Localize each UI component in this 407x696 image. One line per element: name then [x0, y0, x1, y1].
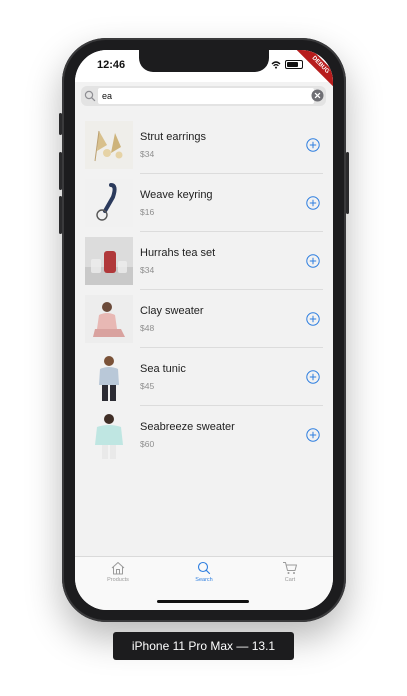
- product-name: Weave keyring: [140, 189, 213, 201]
- tab-label: Search: [195, 577, 213, 583]
- power-button: [346, 152, 349, 214]
- product-thumbnail: [85, 179, 133, 227]
- tab-label: Products: [107, 577, 129, 583]
- product-name: Strut earrings: [140, 131, 207, 143]
- product-thumbnail: [85, 237, 133, 285]
- product-name: Clay sweater: [140, 305, 204, 317]
- tab-label: Cart: [284, 577, 296, 583]
- volume-up-button: [59, 152, 62, 190]
- search-bar: [75, 82, 333, 110]
- add-to-cart-icon[interactable]: [306, 428, 320, 442]
- notch: [139, 50, 269, 72]
- list-item[interactable]: Sea tunic $45: [75, 348, 333, 406]
- add-to-cart-icon[interactable]: [306, 138, 320, 152]
- add-to-cart-icon[interactable]: [306, 370, 320, 384]
- search-results-list: Strut earrings $34 Weave keyring $16 Hur…: [75, 116, 333, 464]
- product-price: $60: [140, 439, 155, 449]
- home-icon: [111, 562, 125, 575]
- volume-down-button: [59, 196, 62, 234]
- wifi-icon: [271, 60, 281, 69]
- tab-search[interactable]: Search: [174, 561, 234, 583]
- product-price: $48: [140, 323, 155, 333]
- product-price: $34: [140, 265, 155, 275]
- list-item[interactable]: Strut earrings $34: [75, 116, 333, 174]
- search-input[interactable]: [98, 88, 314, 104]
- app-screen: 12:46 DEBUG ea Strut earrings $34 Weave …: [75, 50, 333, 610]
- search-icon: [84, 90, 96, 102]
- product-thumbnail: [85, 121, 133, 169]
- product-name: Hurrahs tea set: [140, 247, 216, 259]
- device-label: iPhone 11 Pro Max — 13.1: [113, 632, 294, 660]
- list-item[interactable]: Seabreeze sweater $60: [75, 406, 333, 464]
- tab-products[interactable]: Products: [88, 561, 148, 583]
- product-price: $16: [140, 207, 155, 217]
- product-price: $34: [140, 149, 155, 159]
- product-name: Sea tunic: [140, 363, 186, 375]
- product-name: Seabreeze sweater: [140, 421, 235, 433]
- battery-icon: [285, 60, 303, 69]
- add-to-cart-icon[interactable]: [306, 196, 320, 210]
- home-indicator[interactable]: [157, 600, 249, 603]
- list-item[interactable]: Clay sweater $48: [75, 290, 333, 348]
- status-time: 12:46: [97, 59, 126, 71]
- product-thumbnail: [85, 295, 133, 343]
- product-price: $45: [140, 381, 155, 391]
- clear-search-icon[interactable]: [311, 89, 324, 102]
- cart-icon: [283, 562, 297, 574]
- search-field-container: [81, 86, 326, 106]
- add-to-cart-icon[interactable]: [306, 254, 320, 268]
- tab-cart[interactable]: Cart: [260, 561, 320, 583]
- mute-switch: [59, 113, 62, 135]
- product-thumbnail: [85, 411, 133, 459]
- product-thumbnail: [85, 353, 133, 401]
- list-item[interactable]: Weave keyring $16: [75, 174, 333, 232]
- search-icon: [197, 561, 211, 575]
- list-item[interactable]: Hurrahs tea set $34: [75, 232, 333, 290]
- add-to-cart-icon[interactable]: [306, 312, 320, 326]
